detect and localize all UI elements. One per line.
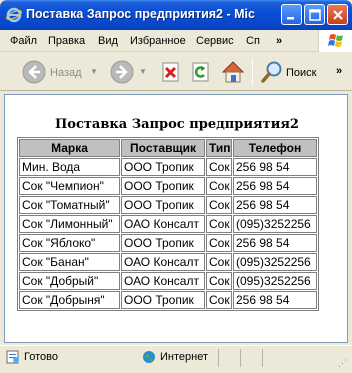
cell-type: Сок	[206, 253, 232, 271]
cell-type: Сок	[206, 196, 232, 214]
minimize-button[interactable]	[281, 4, 302, 25]
window-title: Поставка Запрос предприятия2 - Mic	[26, 7, 255, 21]
cell-phone: 256 98 54	[233, 291, 317, 309]
close-icon	[333, 10, 343, 20]
search-label[interactable]: Поиск	[286, 67, 316, 79]
maximize-icon	[309, 9, 321, 21]
table-row: Сок "Добрыня" ООО Тропик Сок 256 98 54	[19, 291, 317, 309]
cell-phone: (095)3252256	[233, 215, 317, 233]
menu-tools[interactable]: Сервис	[196, 35, 234, 47]
home-icon	[221, 61, 245, 83]
cell-type: Сок	[206, 291, 232, 309]
cell-phone: 256 98 54	[233, 234, 317, 252]
close-button[interactable]	[327, 4, 348, 25]
status-text: Готово	[24, 351, 58, 363]
cell-supplier: ОАО Консалт	[121, 215, 205, 233]
forward-button[interactable]	[110, 60, 134, 87]
search-button[interactable]	[260, 60, 284, 87]
cell-brand: Сок "Лимонный"	[19, 215, 120, 233]
ie-icon	[6, 7, 22, 23]
menu-file[interactable]: Файл	[10, 35, 37, 47]
forward-dropdown-arrow[interactable]: ▼	[139, 67, 147, 76]
cell-brand: Сок "Чемпион"	[19, 177, 120, 195]
toolbar-separator	[252, 59, 253, 85]
status-divider	[262, 349, 263, 367]
menu-help[interactable]: Сп	[246, 35, 260, 47]
refresh-button[interactable]	[190, 61, 212, 86]
windows-flag-icon	[318, 30, 352, 52]
cell-type: Сок	[206, 272, 232, 290]
page-done-icon	[6, 350, 20, 367]
column-header-supplier: Поставщик	[121, 139, 205, 157]
forward-arrow-icon	[110, 60, 134, 84]
stop-button[interactable]	[160, 61, 182, 86]
browser-window: Поставка Запрос предприятия2 - Mic Файл …	[0, 0, 352, 373]
menu-edit[interactable]: Правка	[48, 35, 85, 47]
cell-brand: Сок "Добрый"	[19, 272, 120, 290]
cell-phone: 256 98 54	[233, 177, 317, 195]
table-row: Сок "Лимонный" ОАО Консалт Сок (095)3252…	[19, 215, 317, 233]
back-button[interactable]	[22, 60, 46, 87]
resize-grip[interactable]: ⋰	[338, 358, 347, 369]
cell-phone: 256 98 54	[233, 158, 317, 176]
table-header-row: Марка Поставщик Тип Телефон	[19, 139, 317, 157]
cell-supplier: ООО Тропик	[121, 291, 205, 309]
minimize-icon	[287, 17, 294, 20]
cell-brand: Сок "Яблоко"	[19, 234, 120, 252]
toolbar-overflow-chevron[interactable]: »	[336, 65, 342, 77]
table-row: Сок "Яблоко" ООО Тропик Сок 256 98 54	[19, 234, 317, 252]
table-row: Сок "Банан" ОАО Консалт Сок (095)3252256	[19, 253, 317, 271]
menu-overflow-chevron[interactable]: »	[276, 35, 282, 47]
cell-brand: Сок "Добрыня"	[19, 291, 120, 309]
table-row: Сок "Добрый" ОАО Консалт Сок (095)325225…	[19, 272, 317, 290]
stop-icon	[162, 62, 179, 82]
cell-type: Сок	[206, 215, 232, 233]
cell-phone: (095)3252256	[233, 272, 317, 290]
table-row: Сок "Томатный" ООО Тропик Сок 256 98 54	[19, 196, 317, 214]
cell-supplier: ООО Тропик	[121, 158, 205, 176]
cell-supplier: ООО Тропик	[121, 177, 205, 195]
menu-favorites[interactable]: Избранное	[130, 35, 186, 47]
back-dropdown-arrow[interactable]: ▼	[90, 67, 98, 76]
back-arrow-icon	[22, 60, 46, 84]
cell-type: Сок	[206, 177, 232, 195]
search-icon	[261, 61, 282, 83]
cell-brand: Сок "Томатный"	[19, 196, 120, 214]
cell-phone: (095)3252256	[233, 253, 317, 271]
column-header-phone: Телефон	[233, 139, 317, 157]
security-zone-label: Интернет	[160, 351, 208, 363]
status-divider	[240, 349, 241, 367]
cell-supplier: ООО Тропик	[121, 196, 205, 214]
cell-type: Сок	[206, 234, 232, 252]
cell-type: Сок	[206, 158, 232, 176]
page-title: Поставка Запрос предприятия2	[55, 117, 299, 132]
table-row: Сок "Чемпион" ООО Тропик Сок 256 98 54	[19, 177, 317, 195]
cell-phone: 256 98 54	[233, 196, 317, 214]
cell-supplier: ОАО Консалт	[121, 253, 205, 271]
cell-supplier: ОАО Консалт	[121, 272, 205, 290]
cell-supplier: ООО Тропик	[121, 234, 205, 252]
menu-view[interactable]: Вид	[98, 35, 118, 47]
table-row: Мин. Вода ООО Тропик Сок 256 98 54	[19, 158, 317, 176]
maximize-button[interactable]	[304, 4, 325, 25]
page-viewport[interactable]: Поставка Запрос предприятия2 Марка Поста…	[4, 94, 348, 343]
menu-bar: Файл Правка Вид Избранное Сервис Сп »	[0, 30, 352, 52]
title-bar[interactable]: Поставка Запрос предприятия2 - Mic	[0, 0, 352, 30]
refresh-icon	[192, 62, 209, 82]
internet-globe-icon	[142, 350, 156, 367]
column-header-type: Тип	[206, 139, 232, 157]
home-button[interactable]	[220, 59, 246, 88]
cell-brand: Мин. Вода	[19, 158, 120, 176]
data-table: Марка Поставщик Тип Телефон Мин. Вода ОО…	[17, 137, 319, 311]
back-label[interactable]: Назад	[50, 67, 82, 79]
status-divider	[218, 349, 219, 367]
column-header-brand: Марка	[19, 139, 120, 157]
cell-brand: Сок "Банан"	[19, 253, 120, 271]
